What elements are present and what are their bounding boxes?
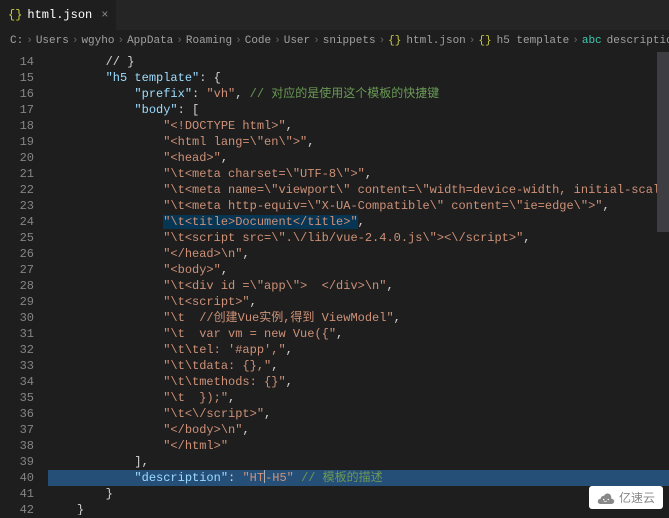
crumb[interactable]: User bbox=[284, 35, 310, 47]
close-icon[interactable]: × bbox=[101, 8, 108, 22]
crumb[interactable]: html.json bbox=[406, 35, 465, 47]
string-icon: abc bbox=[582, 35, 602, 47]
crumb[interactable]: AppData bbox=[127, 35, 173, 47]
line-number-gutter: 1415161718192021222324252627282930313233… bbox=[0, 52, 48, 515]
crumb[interactable]: Users bbox=[36, 35, 69, 47]
crumb[interactable]: Code bbox=[245, 35, 271, 47]
scrollbar-thumb[interactable] bbox=[657, 52, 669, 232]
watermark: 亿速云 bbox=[589, 486, 663, 509]
crumb[interactable]: snippets bbox=[323, 35, 376, 47]
code-editor[interactable]: 1415161718192021222324252627282930313233… bbox=[0, 52, 669, 515]
json-file-icon: {} bbox=[388, 35, 401, 47]
watermark-text: 亿速云 bbox=[619, 489, 655, 506]
vertical-scrollbar[interactable] bbox=[657, 52, 669, 515]
tab-label: html.json bbox=[27, 8, 92, 22]
tab-bar: {} html.json × bbox=[0, 0, 669, 30]
editor-tab[interactable]: {} html.json × bbox=[0, 0, 117, 30]
crumb[interactable]: Roaming bbox=[186, 35, 232, 47]
breadcrumb[interactable]: C:› Users› wgyho› AppData› Roaming› Code… bbox=[0, 30, 669, 52]
crumb[interactable]: description bbox=[607, 35, 669, 47]
json-file-icon: {} bbox=[8, 8, 22, 22]
cloud-icon bbox=[597, 492, 615, 504]
object-icon: {} bbox=[478, 35, 491, 47]
crumb[interactable]: h5 template bbox=[497, 35, 570, 47]
code-content[interactable]: // } "h5 template": { "prefix": "vh", //… bbox=[48, 52, 669, 515]
crumb[interactable]: C: bbox=[10, 35, 23, 47]
crumb[interactable]: wgyho bbox=[81, 35, 114, 47]
